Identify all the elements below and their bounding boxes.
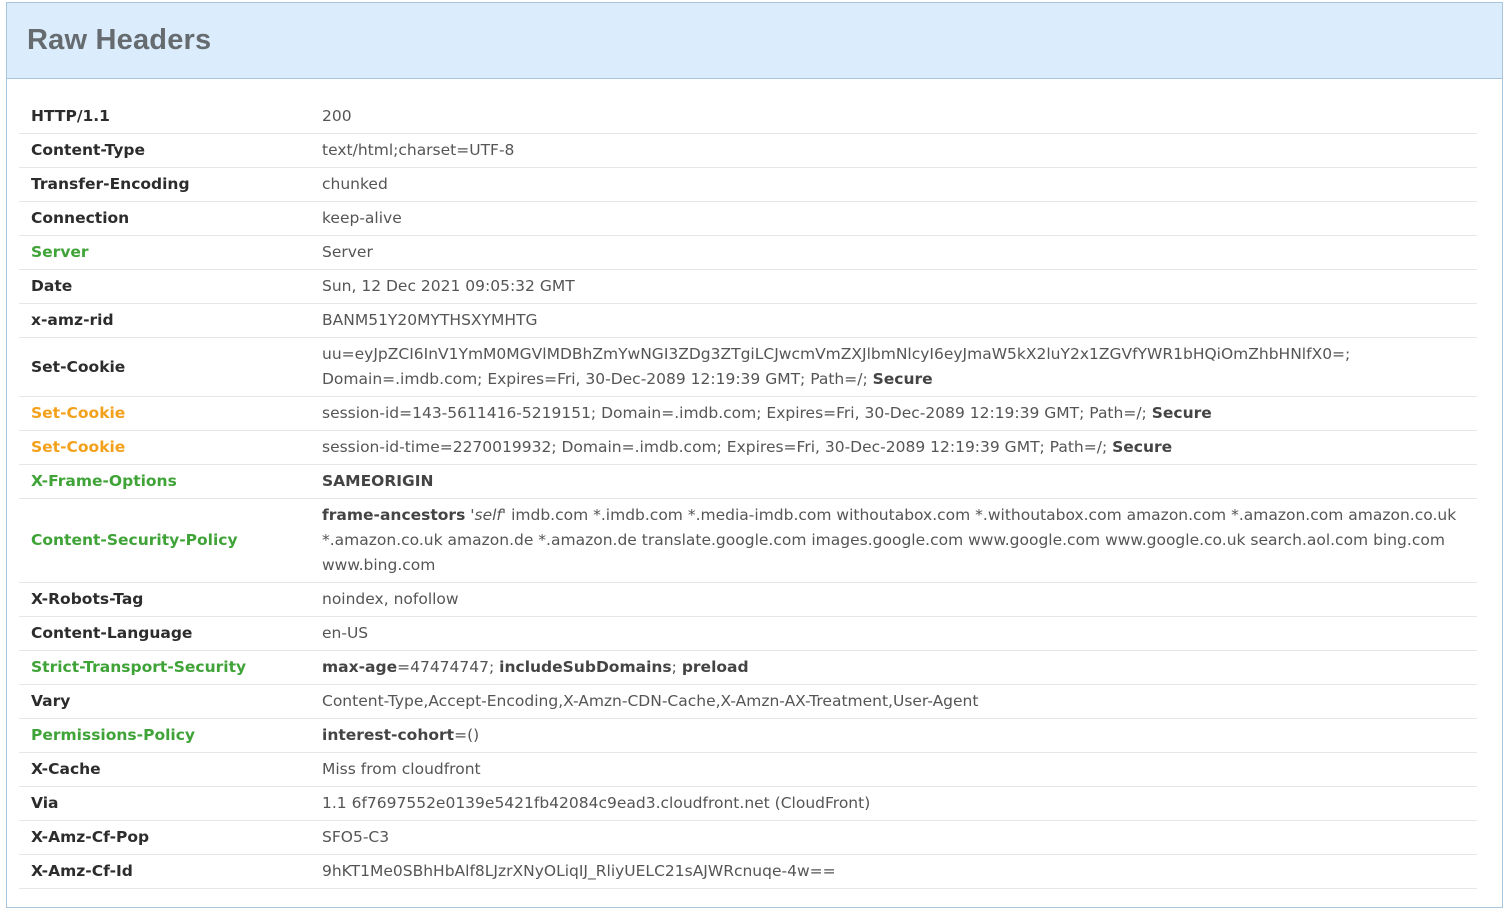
- header-value: session-id-time=2270019932; Domain=.imdb…: [310, 430, 1477, 465]
- directive: interest-cohort: [322, 726, 455, 744]
- header-name: Content-Language: [19, 616, 310, 651]
- table-row: X-Amz-Cf-Pop SFO5-C3: [19, 820, 1477, 855]
- header-name: X-Frame-Options: [19, 464, 310, 499]
- self-keyword: 'self': [470, 506, 507, 524]
- header-value: Miss from cloudfront: [310, 752, 1477, 787]
- header-name: Transfer-Encoding: [19, 167, 310, 202]
- header-name: X-Amz-Cf-Pop: [19, 820, 310, 855]
- header-value: BANM51Y20MYTHSXYMHTG: [310, 303, 1477, 338]
- table-row: Set-Cookie uu=eyJpZCI6InV1YmM0MGVlMDBhZmY…: [19, 337, 1477, 397]
- header-value: interest-cohort=(): [310, 718, 1477, 753]
- table-row: Connection keep-alive: [19, 201, 1477, 236]
- table-row: Content-Type text/html;charset=UTF-8: [19, 133, 1477, 168]
- header-name: Date: [19, 269, 310, 304]
- header-value: uu=eyJpZCI6InV1YmM0MGVlMDBhZmYwNGI3ZDg3Z…: [310, 337, 1477, 397]
- directive-value: =(): [454, 726, 480, 744]
- table-row: Date Sun, 12 Dec 2021 09:05:32 GMT: [19, 269, 1477, 304]
- secure-flag: Secure: [872, 370, 933, 388]
- table-row: HTTP/1.1 200: [19, 100, 1477, 134]
- directive: preload: [681, 658, 749, 676]
- header-value: text/html;charset=UTF-8: [310, 133, 1477, 168]
- header-value: frame-ancestors 'self' imdb.com *.imdb.c…: [310, 498, 1477, 583]
- table-row: X-Amz-Cf-Id 9hKT1Me0SBhHbAlf8LJzrXNyOLiqI…: [19, 854, 1477, 889]
- header-name: Content-Security-Policy: [19, 498, 310, 583]
- directive: SAMEORIGIN: [322, 472, 434, 490]
- cookie-value: session-id=143-5611416-5219151; Domain=.…: [322, 404, 1147, 422]
- table-row: Server Server: [19, 235, 1477, 270]
- header-value: session-id=143-5611416-5219151; Domain=.…: [310, 396, 1477, 431]
- headers-table: HTTP/1.1 200 Content-Type text/html;charse…: [19, 100, 1477, 889]
- header-value: Sun, 12 Dec 2021 09:05:32 GMT: [310, 269, 1477, 304]
- secure-flag: Secure: [1151, 404, 1212, 422]
- table-row: Strict-Transport-Security max-age=4747474…: [19, 650, 1477, 685]
- header-value: noindex, nofollow: [310, 582, 1477, 617]
- header-name: X-Cache: [19, 752, 310, 787]
- directive-value: =47474747;: [397, 658, 495, 676]
- cookie-value: uu=eyJpZCI6InV1YmM0MGVlMDBhZmYwNGI3ZDg3Z…: [322, 345, 1351, 388]
- header-name: Content-Type: [19, 133, 310, 168]
- cookie-value: session-id-time=2270019932; Domain=.imdb…: [322, 438, 1108, 456]
- header-name: Set-Cookie: [19, 337, 310, 397]
- table-row: Content-Language en-US: [19, 616, 1477, 651]
- panel-title: Raw Headers: [27, 24, 212, 56]
- table-row: Transfer-Encoding chunked: [19, 167, 1477, 202]
- header-name: X-Amz-Cf-Id: [19, 854, 310, 889]
- table-row: Set-Cookie session-id=143-5611416-5219151…: [19, 396, 1477, 431]
- header-name: Set-Cookie: [19, 430, 310, 465]
- table-row: Set-Cookie session-id-time=2270019932; Do…: [19, 430, 1477, 465]
- panel-header: Raw Headers: [7, 3, 1502, 79]
- separator: ;: [671, 658, 677, 676]
- header-name: X-Robots-Tag: [19, 582, 310, 617]
- header-value: chunked: [310, 167, 1477, 202]
- header-value: Server: [310, 235, 1477, 270]
- table-row: Permissions-Policy interest-cohort=(): [19, 718, 1477, 753]
- header-name: Permissions-Policy: [19, 718, 310, 753]
- header-value: 1.1 6f7697552e0139e5421fb42084c9ead3.clo…: [310, 786, 1477, 821]
- directive: frame-ancestors: [322, 506, 466, 524]
- header-value: en-US: [310, 616, 1477, 651]
- header-name: Connection: [19, 201, 310, 236]
- header-name: HTTP/1.1: [19, 100, 310, 134]
- header-value: max-age=47474747; includeSubDomains; pre…: [310, 650, 1477, 685]
- header-name: Via: [19, 786, 310, 821]
- header-name: Strict-Transport-Security: [19, 650, 310, 685]
- directive: max-age: [322, 658, 398, 676]
- table-row: Via 1.1 6f7697552e0139e5421fb42084c9ead3.…: [19, 786, 1477, 821]
- table-row: X-Robots-Tag noindex, nofollow: [19, 582, 1477, 617]
- table-row: x-amz-rid BANM51Y20MYTHSXYMHTG: [19, 303, 1477, 338]
- secure-flag: Secure: [1112, 438, 1173, 456]
- header-value: 9hKT1Me0SBhHbAlf8LJzrXNyOLiqIJ_RliyUELC2…: [310, 854, 1477, 889]
- table-row: Content-Security-Policy frame-ancestors '…: [19, 498, 1477, 583]
- header-name: Vary: [19, 684, 310, 719]
- table-row: X-Frame-Options SAMEORIGIN: [19, 464, 1477, 499]
- header-name: Server: [19, 235, 310, 270]
- table-row: X-Cache Miss from cloudfront: [19, 752, 1477, 787]
- header-value: SAMEORIGIN: [310, 464, 1477, 499]
- header-value: 200: [310, 100, 1477, 134]
- header-value: keep-alive: [310, 201, 1477, 236]
- header-value: SFO5-C3: [310, 820, 1477, 855]
- header-name: Set-Cookie: [19, 396, 310, 431]
- header-value: Content-Type,Accept-Encoding,X-Amzn-CDN-…: [310, 684, 1477, 719]
- table-row: Vary Content-Type,Accept-Encoding,X-Amzn-…: [19, 684, 1477, 719]
- directive: includeSubDomains: [499, 658, 672, 676]
- header-name: x-amz-rid: [19, 303, 310, 338]
